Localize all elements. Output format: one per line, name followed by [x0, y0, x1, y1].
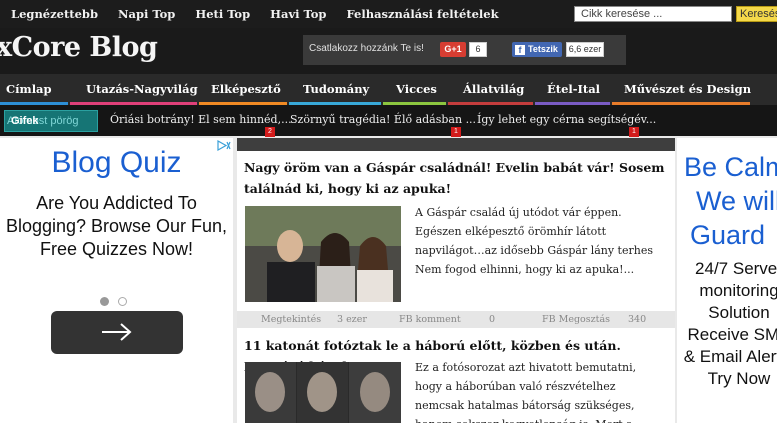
top-link-daily-top[interactable]: Napi Top [118, 7, 175, 21]
nav-item-science[interactable]: Tudomány [303, 74, 369, 105]
article-excerpt: A Gáspár család új utódot vár éppen. Egé… [415, 206, 653, 276]
nav-label: Elképesztő [211, 82, 281, 96]
ad-left-title: Blog Quiz [51, 146, 182, 179]
ad-right[interactable]: Be Calm We will Guard 24/7 Server monito… [677, 138, 777, 423]
comments-label: FB komment [399, 314, 461, 325]
nav-item-animals[interactable]: Állatvilág [463, 74, 524, 105]
nav-label: Étel-Ital [547, 82, 601, 96]
facebook-like-label: Tetszik [528, 44, 558, 54]
facebook-icon: f [515, 45, 525, 55]
social-box: Csatlakozz hozzánk Te is! G+1 6 f Tetszik… [303, 35, 626, 65]
nav-label: Vicces [396, 82, 437, 96]
views-label: Megtekintés [261, 314, 322, 325]
nav-item-food[interactable]: Étel-Ital [547, 74, 600, 105]
top-links: Legnézettebb Napi Top Heti Top Havi Top … [0, 0, 508, 28]
nav-item-art-design[interactable]: Művészet és Design [624, 74, 751, 105]
nav-item-home[interactable]: Címlap [6, 74, 52, 105]
ticker-badge: 1 [451, 127, 461, 137]
article-image[interactable] [245, 362, 401, 423]
carousel-dots [100, 291, 136, 310]
ad-left-body: Are You Addicted To Blogging? Browse Our… [5, 193, 228, 259]
comments-count: 0 [489, 314, 496, 325]
ad-right-title: Be Calm We will Guard [684, 150, 777, 252]
nav-label: Utazás-Nagyvilág [86, 82, 198, 96]
top-link-terms[interactable]: Felhasználási feltételek [346, 7, 498, 21]
ticker-badge: 2 [265, 127, 275, 137]
shares-count: 340 [628, 314, 647, 325]
ad-left[interactable]: Blog Quiz Are You Addicted To Blogging? … [0, 138, 233, 423]
nav-label: Címlap [6, 82, 52, 96]
social-join-text: Csatlakozz hozzánk Te is! [309, 43, 424, 54]
article-title[interactable]: Nagy öröm van a Gáspár családnál! Evelin… [244, 157, 672, 199]
ad-right-title-line: Guard [690, 220, 766, 250]
article-stats: Megtekintés 3 ezer FB komment 0 FB Megos… [237, 311, 675, 328]
gplus-count: 6 [469, 42, 487, 57]
nav-item-travel[interactable]: Utazás-Nagyvilág [86, 74, 198, 105]
ad-right-title-line: We will [696, 186, 777, 216]
nav-label: Állatvilág [463, 82, 525, 96]
top-link-most-viewed[interactable]: Legnézettebb [11, 7, 98, 21]
article-image[interactable] [245, 206, 401, 302]
site-header: xCore Blog Csatlakozz hozzánk Te is! G+1… [0, 28, 777, 74]
search-button[interactable]: Keresés [736, 6, 777, 22]
carousel-dot-active[interactable] [100, 297, 109, 306]
main-nav: Címlap Utazás-Nagyvilág Elképesztő Tudom… [0, 74, 777, 105]
nav-label: Tudomány [303, 82, 370, 96]
ad-next-button[interactable] [51, 311, 183, 354]
shares-label: FB Megosztás [542, 314, 610, 325]
ad-right-body: 24/7 Server monitoring Solution Receive … [683, 259, 777, 388]
top-bar: Legnézettebb Napi Top Heti Top Havi Top … [0, 0, 777, 28]
search-input[interactable] [574, 6, 732, 22]
nav-item-funny[interactable]: Vicces [396, 74, 437, 105]
top-link-monthly-top[interactable]: Havi Top [270, 7, 326, 21]
ticker-item[interactable]: Óriási botrány! El sem hinnéd,... [110, 113, 292, 126]
ad-right-title-line: Be Calm [684, 152, 777, 182]
top-link-weekly-top[interactable]: Heti Top [195, 7, 250, 21]
ticker-tab-gifs[interactable]: Atomost pörög Gifek [4, 110, 98, 132]
news-ticker: Atomost pörög Gifek Óriási botrány! El s… [0, 105, 777, 137]
ticker-item[interactable]: Így lehet egy cérna segítségév... [477, 113, 656, 126]
ticker-item[interactable]: Szörnyű tragédia! Élő adásban ... [290, 113, 476, 126]
gplus-button[interactable]: G+1 [440, 42, 466, 57]
ticker-badge: 1 [629, 127, 639, 137]
nav-item-amazing[interactable]: Elképesztő [211, 74, 281, 105]
article-excerpt: Ez a fotósorozat azt hivatott bemutatni,… [415, 361, 637, 423]
ticker-tab-label: Gifek [11, 115, 39, 127]
nav-label: Művészet és Design [624, 82, 752, 96]
site-logo[interactable]: xCore Blog [0, 32, 158, 63]
facebook-like-count: 6,6 ezer [566, 42, 604, 57]
facebook-like-button[interactable]: f Tetszik [512, 42, 562, 57]
arrow-right-icon [102, 323, 132, 341]
article-list: Nagy öröm van a Gáspár családnál! Evelin… [237, 138, 675, 423]
carousel-dot[interactable] [118, 297, 127, 306]
content-top-bar [237, 138, 675, 151]
views-count: 3 ezer [337, 314, 367, 325]
